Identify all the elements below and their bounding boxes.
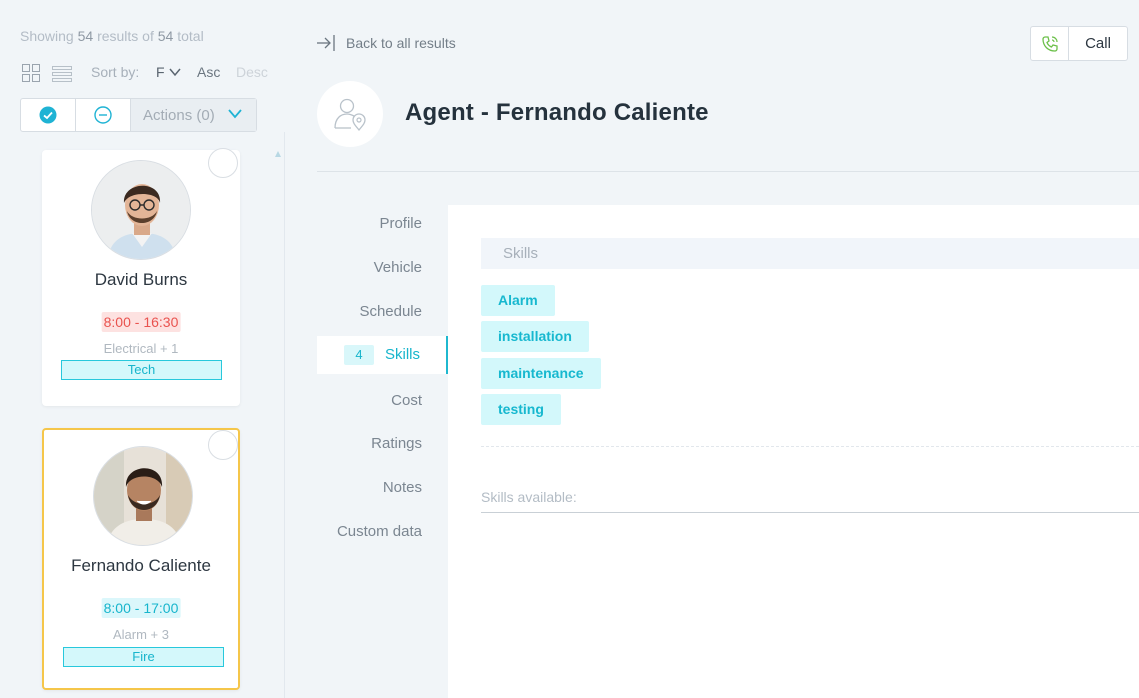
tab-ratings[interactable]: Ratings (371, 435, 422, 452)
sort-desc-button[interactable]: Desc (236, 64, 268, 80)
skills-panel: Skills Alarm installation maintenance te… (448, 205, 1139, 698)
divider (317, 171, 1139, 172)
results-total: 54 (157, 28, 174, 44)
skills-summary: Electrical + 1 (103, 341, 179, 356)
shift-time: 8:00 - 17:00 (101, 598, 181, 618)
grid-view-icon[interactable] (22, 64, 40, 82)
agent-card[interactable]: David Burns 8:00 - 16:30 Electrical + 1 … (42, 148, 240, 406)
sort-asc-button[interactable]: Asc (197, 64, 220, 80)
back-label: Back to all results (346, 35, 456, 51)
back-arrow-icon (317, 35, 335, 51)
actions-dropdown[interactable]: Actions (0) (131, 99, 256, 131)
skills-count-badge: 4 (344, 345, 374, 365)
tab-notes[interactable]: Notes (383, 479, 422, 496)
card-select-checkbox[interactable] (208, 148, 238, 178)
results-suffix: total (177, 28, 204, 44)
bulk-action-bar: Actions (0) (20, 98, 257, 132)
agent-card-selected[interactable]: Fernando Caliente 8:00 - 17:00 Alarm + 3… (42, 428, 240, 690)
user-location-icon (334, 98, 366, 132)
sort-label: Sort by: (91, 64, 140, 80)
phone-icon (1031, 27, 1069, 60)
tab-cost[interactable]: Cost (391, 392, 422, 409)
actions-label: Actions (0) (143, 106, 215, 124)
results-middle: results of (97, 28, 154, 44)
tab-skills[interactable]: 4 Skills (317, 336, 449, 374)
select-all-button[interactable] (21, 99, 76, 131)
chevron-down-icon[interactable] (169, 66, 181, 78)
skill-tag[interactable]: installation (481, 321, 589, 352)
agent-name: David Burns (94, 270, 188, 289)
check-circle-icon (39, 106, 57, 124)
skills-summary: Alarm + 3 (113, 627, 169, 642)
chevron-down-icon (228, 109, 242, 119)
results-sidebar: Showing 54 results of 54 total Sort by: … (0, 0, 284, 698)
column-divider (284, 132, 285, 698)
tab-vehicle[interactable]: Vehicle (374, 259, 422, 276)
tab-custom-data[interactable]: Custom data (337, 523, 422, 540)
call-button[interactable]: Call (1030, 26, 1128, 61)
skill-tag[interactable]: Alarm (481, 285, 555, 316)
back-to-results-link[interactable]: Back to all results (316, 34, 456, 52)
divider (481, 446, 1139, 447)
page-title: Agent - Fernando Caliente (405, 99, 709, 126)
avatar (91, 160, 191, 260)
tab-schedule[interactable]: Schedule (359, 303, 422, 320)
skill-tag[interactable]: maintenance (481, 358, 601, 389)
agent-placeholder-avatar (317, 81, 383, 147)
sort-field-select[interactable]: F (156, 64, 165, 80)
group-badge: Fire (63, 647, 224, 667)
results-prefix: Showing (20, 28, 74, 44)
results-shown: 54 (77, 28, 94, 44)
tab-profile[interactable]: Profile (379, 215, 422, 232)
results-count: Showing 54 results of 54 total (20, 28, 204, 44)
list-view-icon[interactable] (52, 66, 72, 82)
group-badge: Tech (61, 360, 222, 380)
shift-time: 8:00 - 16:30 (101, 312, 181, 332)
skill-tag[interactable]: testing (481, 394, 561, 425)
deselect-all-button[interactable] (76, 99, 131, 131)
skills-section-header: Skills (481, 238, 1139, 269)
avatar (93, 446, 193, 546)
minus-circle-icon (94, 106, 112, 124)
tab-skills-label: Skills (385, 346, 421, 363)
call-label: Call (1085, 35, 1111, 52)
card-select-checkbox[interactable] (208, 430, 238, 460)
agent-name: Fernando Caliente (71, 556, 211, 575)
scroll-up-icon[interactable] (274, 150, 282, 158)
skills-available-input[interactable] (481, 481, 1139, 513)
